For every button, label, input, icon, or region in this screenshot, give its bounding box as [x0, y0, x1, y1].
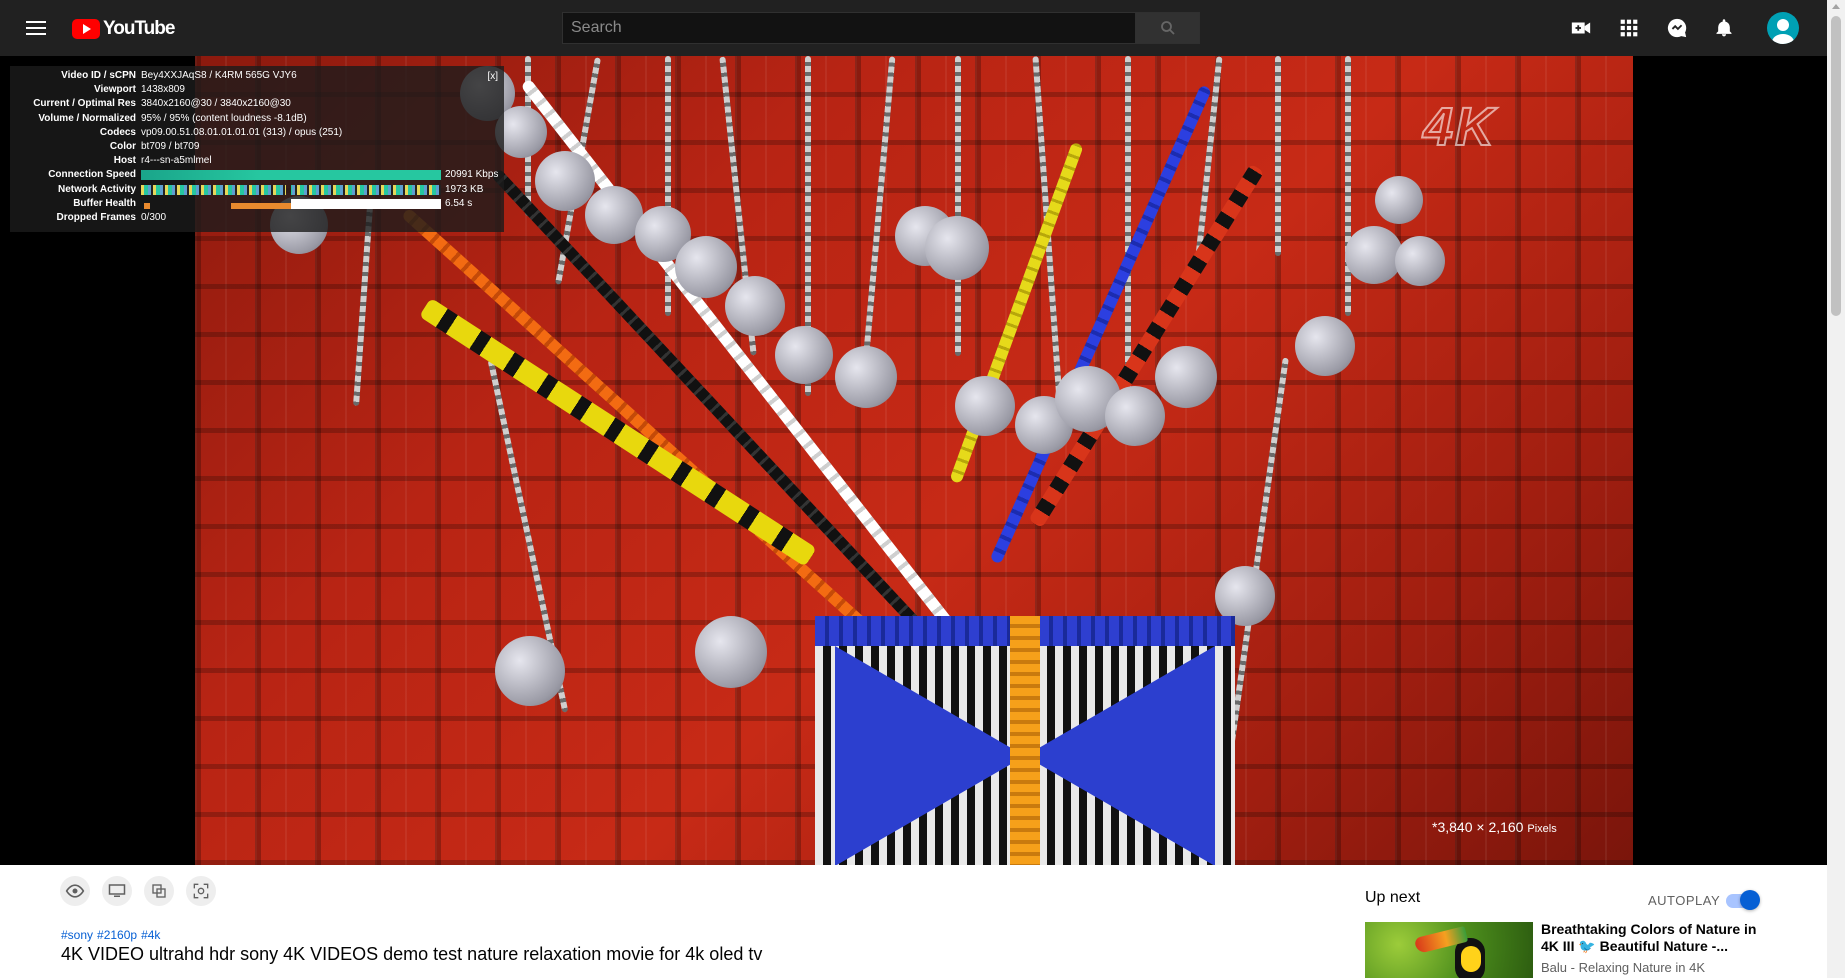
stats-value: 1438x809: [141, 84, 185, 96]
autoplay-label: AUTOPLAY: [1648, 893, 1721, 908]
extension-controls: [60, 876, 216, 906]
network-activity-graph: [141, 184, 441, 195]
eye-icon: [65, 884, 85, 898]
screenshot-button[interactable]: [186, 876, 216, 906]
stats-row: Codecs vp09.00.51.08.01.01.01.01 (313) /…: [16, 126, 498, 140]
recommended-video-channel[interactable]: Balu - Relaxing Nature in 4K: [1541, 960, 1705, 975]
connection-speed-graph: [141, 170, 441, 181]
masthead: YouTube: [0, 0, 1827, 56]
stats-key: Dropped Frames: [56, 211, 136, 223]
stats-value: vp09.00.51.08.01.01.01.01 (313) / opus (…: [141, 126, 343, 138]
stats-key: Codecs: [99, 126, 136, 138]
picture-in-picture-button[interactable]: [144, 876, 174, 906]
menu-icon[interactable]: [24, 16, 48, 40]
stats-value: bt709 / bt709: [141, 140, 200, 152]
stats-key: Volume / Normalized: [38, 112, 136, 124]
eye-button[interactable]: [60, 876, 90, 906]
scrollbar-thumb[interactable]: [1831, 16, 1841, 316]
notifications-bell-icon[interactable]: [1712, 16, 1736, 40]
stats-row: Connection Speed 20991 Kbps: [16, 168, 498, 182]
stats-row: Current / Optimal Res 3840x2160@30 / 384…: [16, 97, 498, 111]
stats-row: Viewport 1438x809: [16, 83, 498, 97]
search-input[interactable]: [562, 12, 1136, 44]
stats-key: Viewport: [93, 84, 136, 96]
search-icon: [1160, 21, 1175, 35]
stats-row: Color bt709 / bt709: [16, 140, 498, 154]
video-title: 4K VIDEO ultrahd hdr sony 4K VIDEOS demo…: [61, 944, 763, 964]
stats-key: Video ID / sCPN: [61, 70, 136, 81]
stats-value: 3840x2160@30 / 3840x2160@30: [141, 98, 291, 110]
stats-for-nerds-panel: [x] Video ID / sCPN Bey4XXJAqS8 / K4RM 5…: [10, 66, 504, 232]
page-scrollbar[interactable]: [1827, 0, 1845, 978]
stats-row: Volume / Normalized 95% / 95% (content l…: [16, 112, 498, 126]
stats-key: Color: [109, 140, 136, 152]
stats-row: Dropped Frames 0/300: [16, 211, 498, 225]
create-video-icon[interactable]: [1569, 16, 1593, 40]
logo-text: YouTube: [103, 18, 175, 39]
buffer-health-bar: [291, 198, 441, 209]
monitor-icon: [108, 884, 126, 897]
resolution-value: *3,840 × 2,160: [1432, 819, 1524, 835]
stats-row: Buffer Health 6.54 s: [16, 197, 498, 211]
stats-value: Bey4XXJAqS8 / K4RM 565G VJY6: [141, 70, 297, 81]
recommended-video-thumbnail[interactable]: [1365, 922, 1533, 978]
screenshot-icon: [193, 883, 209, 899]
stats-value: 0/300: [141, 211, 167, 223]
hashtag-link[interactable]: #4k: [141, 928, 160, 942]
autoplay-toggle[interactable]: [1724, 890, 1760, 910]
stats-key: Connection Speed: [48, 169, 136, 181]
youtube-logo[interactable]: YouTube: [72, 18, 175, 40]
stats-key: Network Activity: [58, 183, 136, 195]
stats-row: Host r4---sn-a5mlmel: [16, 154, 498, 168]
stats-value: 95% / 95% (content loudness -8.1dB): [141, 112, 307, 124]
search-button[interactable]: [1136, 12, 1200, 44]
stats-key: Buffer Health: [73, 197, 136, 209]
stats-value: 20991 Kbps: [445, 169, 499, 181]
stats-value: 6.54 s: [445, 197, 473, 209]
4k-watermark: 4K: [1422, 96, 1497, 158]
buffer-health-graph: [141, 202, 291, 209]
resolution-unit: Pixels: [1527, 823, 1557, 835]
avatar[interactable]: [1767, 12, 1799, 44]
hashtag-link[interactable]: #sony: [61, 928, 93, 942]
messages-icon[interactable]: [1665, 16, 1689, 40]
up-next-heading: Up next: [1365, 889, 1421, 906]
stats-value: r4---sn-a5mlmel: [141, 155, 212, 167]
hashtags: #sony #2160p #4k: [61, 928, 160, 942]
youtube-play-icon: [72, 19, 100, 39]
stats-row: Network Activity 1973 KB: [16, 183, 498, 197]
search-box: [562, 12, 1200, 44]
hashtag-link[interactable]: #2160p: [97, 928, 137, 942]
recommended-video-title[interactable]: Breathtaking Colors of Nature in 4K III …: [1541, 921, 1761, 955]
scroll-up-arrow-icon[interactable]: [1832, 4, 1840, 9]
monitor-button[interactable]: [102, 876, 132, 906]
stats-value: 1973 KB: [445, 183, 484, 195]
stats-key: Host: [113, 155, 136, 167]
apps-grid-icon[interactable]: [1617, 16, 1641, 40]
stats-key: Current / Optimal Res: [33, 98, 136, 110]
picture-in-picture-icon: [152, 884, 166, 898]
resolution-note: *3,840 × 2,160 Pixels: [1432, 819, 1557, 835]
stats-row: Video ID / sCPN Bey4XXJAqS8 / K4RM 565G …: [16, 69, 498, 83]
